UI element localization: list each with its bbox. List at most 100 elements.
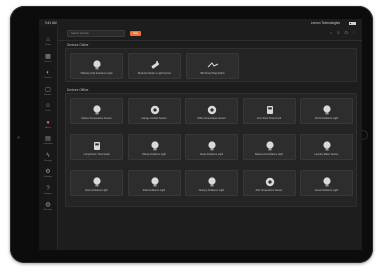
account-icon: ◍ [45, 202, 51, 208]
device-name: Office Temperature Sensor [197, 117, 226, 120]
sensor-round-icon [206, 103, 218, 115]
offline-device-card[interactable]: Guest Ambiance Light [300, 170, 353, 196]
user-icon: ☺ [45, 103, 52, 109]
device-name: Laundry Water Sensor [314, 153, 339, 156]
bulb-icon [149, 139, 161, 151]
alert-icon: ● [46, 119, 50, 126]
bulb-icon [321, 139, 333, 151]
device-name: Kitchen Temperature Sensor [81, 117, 112, 120]
energy-icon: ϟ [46, 152, 50, 159]
room-icon: ▢ [45, 86, 51, 93]
toolbar-icons[interactable]: ⌕ ◫ ⟳ ⋮ [330, 31, 356, 35]
sidebar-item-label: Schedule [43, 143, 53, 145]
status-time: 9:41 AM [45, 21, 57, 25]
device-name: Basement Ambiance Light [255, 153, 283, 156]
bulb-icon [321, 175, 333, 187]
offline-device-card[interactable]: Garage Contact Sensor [127, 98, 181, 124]
bulb-icon [149, 175, 161, 187]
sidebar-item-home[interactable]: ⌂ Home [39, 35, 57, 49]
app-screen: 9:41 AM Lemon Technologies ⌂ Home ▦ Devices… [39, 19, 362, 250]
sidebar-item-label: Rooms [44, 93, 52, 96]
camera [17, 136, 20, 139]
sidebar-item-support[interactable]: ? Support [39, 184, 57, 198]
offline-device-card[interactable]: Kitchen Temperature Sensor [70, 98, 123, 124]
bulb-icon [91, 103, 103, 115]
sidebar-item-schedule[interactable]: ▤ Schedule [39, 134, 57, 148]
device-name: Hallway Color Ambiance Light [80, 72, 113, 75]
sidebar-item-label: Energy [44, 159, 52, 162]
bulb-icon [91, 58, 103, 70]
device-name: Porch Ambiance Light [314, 117, 339, 120]
device-name: Attic Temperature Sensor [255, 189, 283, 192]
offline-device-card[interactable]: Study Ambiance Light [185, 134, 238, 160]
sensor-round-icon [149, 103, 161, 115]
bulb-icon [91, 175, 103, 187]
offline-device-card[interactable]: Basement Ambiance Light [242, 134, 296, 160]
sidebar-item-label: Alerts [45, 126, 51, 129]
online-device-card[interactable]: Hallway Color Ambiance Light [70, 53, 123, 79]
device-name: Study Ambiance Light [199, 153, 224, 156]
device-name: Bedroom Motion / Light Sensor [138, 72, 171, 75]
offline-device-card[interactable]: Dining Ambiance Light [127, 134, 181, 160]
gear-icon: ⚙ [45, 169, 51, 175]
sidebar-item-rooms[interactable]: ▢ Rooms [39, 85, 57, 99]
sidebar-item-label: Settings [44, 176, 52, 178]
sidebar-item-settings[interactable]: ⚙ Settings [39, 167, 57, 181]
offline-device-card[interactable]: Patio Ambiance Light [127, 170, 181, 196]
device-name: Deck Ambiance Light [85, 189, 108, 192]
bulb-icon [206, 139, 218, 151]
bulb-icon [206, 175, 218, 187]
status-badge[interactable]: New [130, 31, 141, 36]
online-device-card[interactable]: Bedroom Motion / Light Sensor [128, 53, 181, 79]
device-name: Wifi Smart Plug Switch [200, 72, 225, 75]
offline-device-card[interactable]: Living Room Thermostat [70, 134, 123, 160]
section-title-offline: Devices Offline [67, 88, 89, 92]
sidebar-item-label: Devices [44, 60, 52, 63]
calendar-icon: ▤ [45, 136, 51, 142]
online-device-card[interactable]: Wifi Smart Plug Switch [186, 53, 239, 79]
offline-panel: Kitchen Temperature Sensor Garage Contact… [65, 93, 357, 207]
offline-device-card[interactable]: Front Door Smart Lock [242, 98, 296, 124]
device-name: Nursery Ambiance Light [198, 189, 225, 192]
device-name: Front Door Smart Lock [256, 117, 282, 120]
device-name: Living Room Thermostat [83, 153, 110, 156]
sidebar-item-label: Account [44, 209, 52, 211]
battery-icon [349, 21, 356, 25]
section-title-online: Devices Online [67, 43, 89, 47]
top-bar: Search devices New ⌕ ◫ ⟳ ⋮ [57, 27, 362, 41]
search-input[interactable]: Search devices [67, 30, 125, 37]
offline-device-card[interactable]: Nursery Ambiance Light [185, 170, 238, 196]
sidebar-item-label: Support [44, 192, 52, 195]
sidebar-item-users[interactable]: ☺ Users [39, 101, 57, 115]
offline-device-card[interactable]: Porch Ambiance Light [300, 98, 353, 124]
offline-device-card[interactable]: Laundry Water Sensor [300, 134, 353, 160]
lock-icon [91, 139, 103, 151]
sidebar-item-alerts[interactable]: ● Alerts [39, 118, 57, 132]
device-name: Patio Ambiance Light [142, 189, 166, 192]
sidebar-item-label: Users [45, 110, 51, 112]
status-bar: 9:41 AM Lemon Technologies [39, 19, 362, 27]
device-name: Guest Ambiance Light [314, 189, 339, 192]
sensor-round-icon [264, 175, 276, 187]
offline-device-card[interactable]: Office Temperature Sensor [185, 98, 238, 124]
sidebar-item-scenes[interactable]: ◐ Scenes [39, 68, 57, 82]
sidebar-item-devices[interactable]: ▦ Devices [39, 52, 57, 66]
status-user: Lemon Technologies [310, 21, 340, 25]
offline-device-card[interactable]: Attic Temperature Sensor [242, 170, 296, 196]
sidebar-item-account[interactable]: ◍ Account [39, 200, 57, 214]
bulb-icon [264, 139, 276, 151]
switch-icon [207, 58, 219, 70]
sidebar-item-energy[interactable]: ϟ Energy [39, 151, 57, 165]
scene-icon: ◐ [46, 70, 50, 76]
lock-icon [264, 103, 276, 115]
tablet-frame: 9:41 AM Lemon Technologies ⌂ Home ▦ Devices… [10, 6, 373, 263]
bulb-icon [321, 103, 333, 115]
online-panel: Hallway Color Ambiance Light Bedroom Moti… [65, 48, 357, 82]
help-icon: ? [46, 185, 50, 192]
sidebar-item-label: Home [45, 44, 51, 46]
grid-icon: ▦ [45, 53, 51, 60]
sensor-icon [149, 58, 161, 70]
offline-device-card[interactable]: Deck Ambiance Light [70, 170, 123, 196]
sidebar: ⌂ Home ▦ Devices ◐ Scenes ▢ Rooms ☺ Users ● Alerts ▤… [39, 27, 58, 250]
device-name: Dining Ambiance Light [142, 153, 166, 156]
